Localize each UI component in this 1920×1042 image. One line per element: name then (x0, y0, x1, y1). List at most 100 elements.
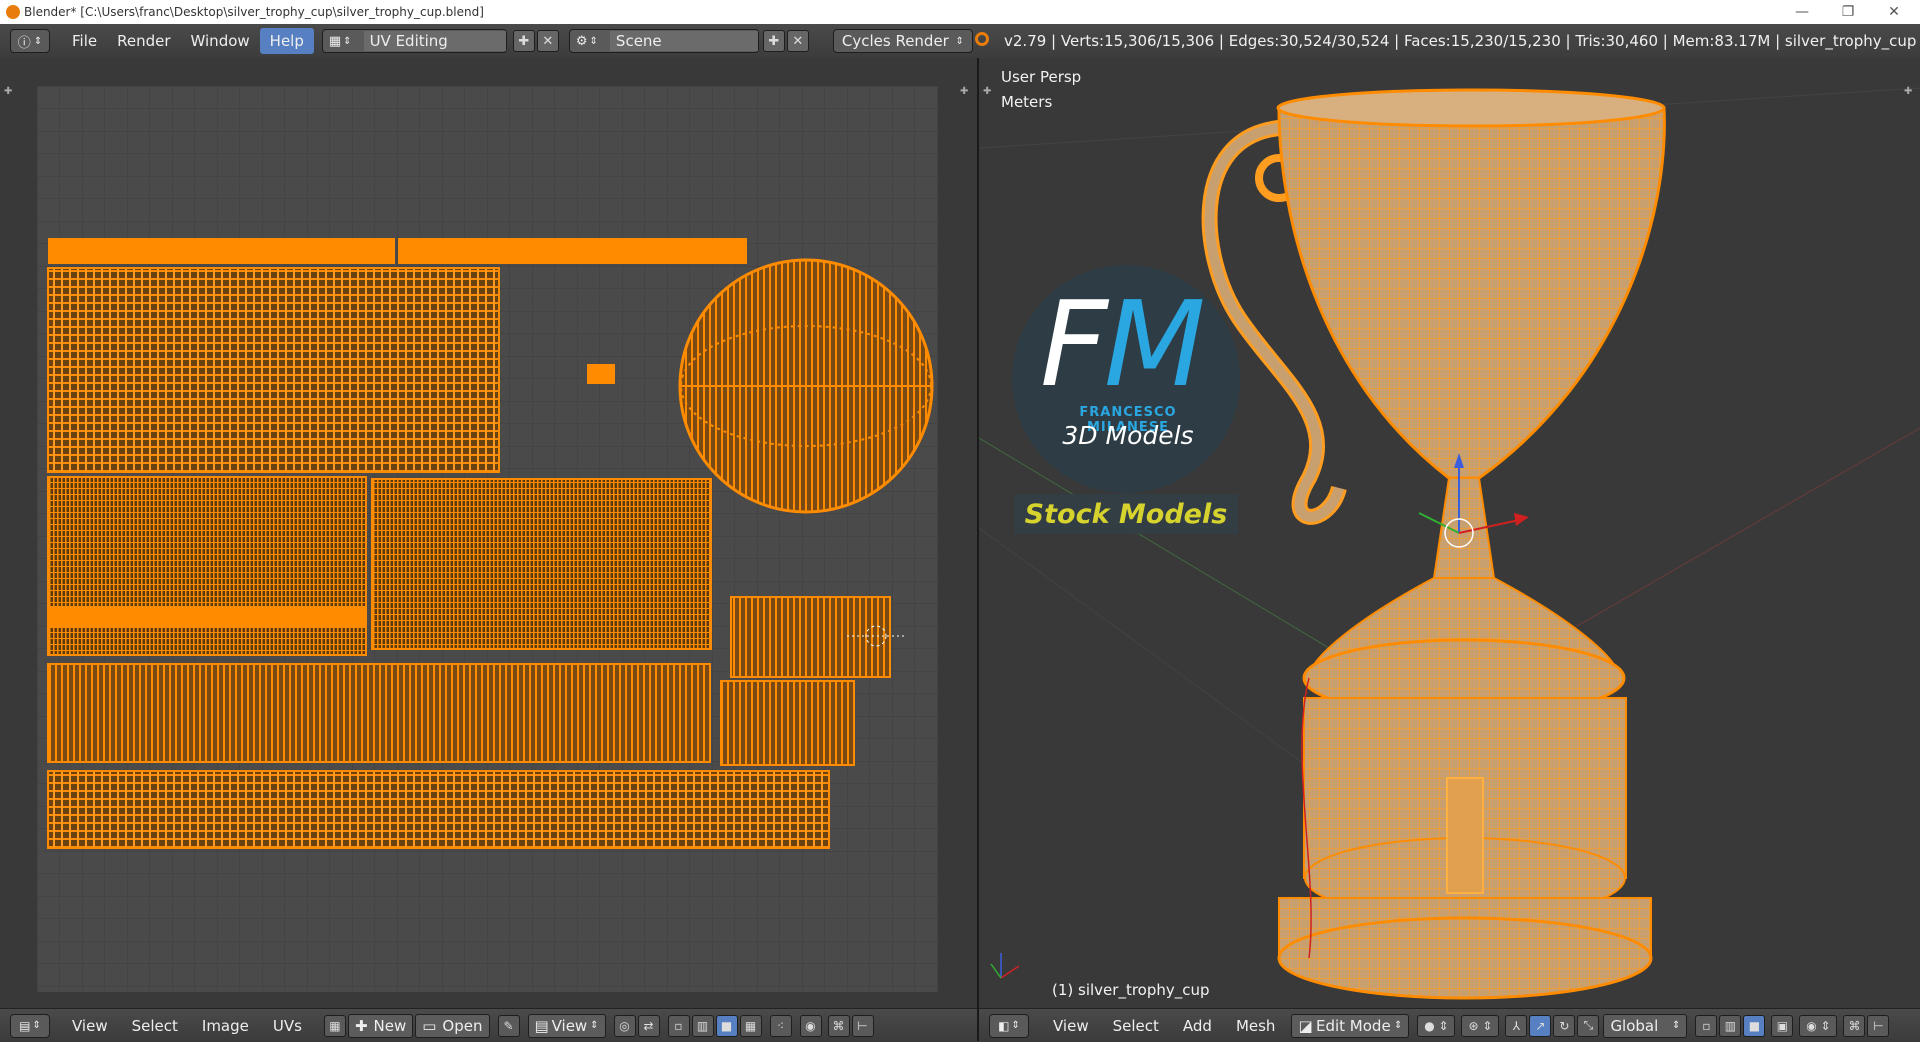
image-editor-icon: ▤ (19, 1018, 31, 1033)
info-header: ⓘ ⇕ File Render Window Help ▦ ⇕ UV Editin… (0, 24, 1920, 59)
proportional-editing-icon[interactable]: ◉ ⇕ (1799, 1014, 1838, 1037)
transform-orientation-label: Global (1610, 1016, 1659, 1035)
pivot-icon[interactable]: ◎ (613, 1014, 636, 1037)
image-browse-icon[interactable]: ▦ (323, 1014, 346, 1037)
new-image-button[interactable]: ✚ New (347, 1013, 414, 1038)
rotate-manipulator-icon[interactable]: ↻ (1553, 1014, 1576, 1037)
restore-button[interactable]: ❐ (1826, 0, 1870, 24)
occlude-geometry-icon[interactable]: ▣ (1771, 1014, 1794, 1037)
uv-island[interactable] (47, 476, 367, 656)
viewport-menu-select[interactable]: Select (1101, 1013, 1171, 1039)
logo-letter-m: M (1103, 275, 1206, 413)
open-image-button[interactable]: ▭ Open (415, 1013, 490, 1038)
face-select-mode-icon[interactable]: ■ (1743, 1014, 1766, 1037)
transform-orientation-selector[interactable]: Global ⇕ (1603, 1013, 1688, 1038)
interaction-mode-selector[interactable]: ◪ Edit Mode ⇕ (1291, 1013, 1410, 1038)
window-titlebar: Blender* [C:\Users\franc\Desktop\silver_… (0, 0, 1920, 24)
menu-help[interactable]: Help (259, 28, 314, 54)
uv-layout (37, 86, 938, 992)
screen-layout-selector[interactable]: ▦ ⇕ UV Editing (321, 29, 507, 53)
render-engine-selector[interactable]: Cycles Render ⇕ (832, 29, 973, 53)
scale-manipulator-icon[interactable]: ⤡ (1577, 1014, 1600, 1037)
edge-select-mode-icon[interactable]: ▥ (1719, 1014, 1742, 1037)
screen-layout-name: UV Editing (363, 31, 506, 51)
snap-element-icon[interactable]: ⊢ (851, 1014, 874, 1037)
uv-island[interactable] (587, 364, 615, 384)
uv-grid-canvas[interactable] (37, 86, 938, 992)
delete-scene-button[interactable]: ✕ (786, 30, 809, 52)
snap-target-icon[interactable]: ⊢ (1867, 1014, 1890, 1037)
screen-layout-icon: ▦ (328, 33, 342, 49)
editor-type-uv-selector[interactable]: ▤ ⇕ (10, 1013, 50, 1038)
3d-viewport-header: ◧ ⇕ View Select Add Mesh ◪ Edit Mode ⇕ ● ⇕ … (979, 1008, 1920, 1042)
island-select-icon[interactable]: ▦ (739, 1014, 762, 1037)
logo-letter-f: F (1040, 275, 1108, 413)
viewport-menu-view[interactable]: View (1041, 1013, 1101, 1039)
region-toggle-icon[interactable]: ✚ (960, 86, 968, 97)
view-mode-label: View (551, 1016, 588, 1035)
scene-selector[interactable]: ⚙ ⇕ Scene (568, 29, 759, 53)
viewport-shading-icon[interactable]: ● ⇕ (1417, 1014, 1456, 1037)
uv-menu-image[interactable]: Image (190, 1013, 261, 1039)
render-engine-name: Cycles Render (841, 32, 949, 50)
proportional-edit-icon[interactable]: ◉ (799, 1014, 822, 1037)
updown-arrows-icon: ⇕ (589, 35, 598, 47)
uv-island[interactable] (371, 478, 712, 650)
add-scene-button[interactable]: ✚ (762, 30, 785, 52)
updown-arrows-icon: ⇕ (1011, 1020, 1020, 1031)
uv-island[interactable] (47, 770, 830, 849)
uv-island[interactable] (47, 663, 711, 763)
info-icon: ⓘ (17, 35, 31, 51)
manipulator-toggle-icon[interactable]: ⅄ (1505, 1014, 1528, 1037)
updown-arrows-icon: ⇕ (1394, 1020, 1403, 1031)
pin-icon[interactable]: ✎ (497, 1014, 520, 1037)
uv-island[interactable] (48, 238, 395, 264)
add-screen-button[interactable]: ✚ (512, 30, 535, 52)
editor-type-info-selector[interactable]: ⓘ ⇕ (10, 29, 50, 53)
editor-type-3d-selector[interactable]: ◧ ⇕ (989, 1013, 1029, 1038)
active-object-label: (1) silver_trophy_cup (1052, 981, 1210, 999)
blender-app-icon (6, 5, 20, 19)
uv-menu-uvs[interactable]: UVs (261, 1013, 314, 1039)
updown-arrows-icon: ⇕ (590, 1020, 599, 1031)
uv-island[interactable] (720, 680, 855, 766)
region-toggle-icon[interactable]: ✚ (4, 86, 12, 97)
menu-file[interactable]: File (62, 28, 107, 54)
uv-editor-header: ▤ ⇕ View Select Image UVs ▦ ✚ New ▭ Open ✎ … (0, 1008, 977, 1042)
viewport-menu-mesh[interactable]: Mesh (1224, 1013, 1288, 1039)
updown-arrows-icon: ⇕ (33, 35, 43, 47)
uv-menu-view[interactable]: View (60, 1013, 120, 1039)
sync-selection-icon[interactable]: ⇄ (637, 1014, 660, 1037)
viewport-menu-add[interactable]: Add (1171, 1013, 1224, 1039)
snap-icon[interactable]: ⌘ (827, 1014, 850, 1037)
uv-island-band (48, 606, 366, 628)
new-image-label: New (373, 1016, 407, 1035)
snap-toggle-icon[interactable]: ⌘ (1843, 1014, 1866, 1037)
uv-island[interactable] (398, 238, 747, 264)
delete-screen-button[interactable]: ✕ (536, 30, 559, 52)
translate-manipulator-icon[interactable]: ↗ (1529, 1014, 1552, 1037)
minimize-button[interactable]: — (1780, 0, 1824, 24)
close-button[interactable]: ✕ (1872, 0, 1916, 24)
vertex-select-mode-icon[interactable]: ▫ (1695, 1014, 1718, 1037)
sticky-select-icon[interactable]: ⁖ (769, 1014, 792, 1037)
uv-menu-select[interactable]: Select (120, 1013, 190, 1039)
region-toggle-icon[interactable]: ✚ (1904, 86, 1912, 97)
menu-render[interactable]: Render (107, 28, 180, 54)
view-mode-selector[interactable]: ▤ View ⇕ (527, 1013, 606, 1038)
interaction-mode-label: Edit Mode (1315, 1016, 1391, 1035)
view-perspective-label: User Persp (1001, 68, 1082, 86)
updown-arrows-icon: ⇕ (32, 1020, 41, 1031)
trophy-bowl[interactable] (1277, 106, 1666, 480)
units-label: Meters (1001, 93, 1053, 111)
edge-select-icon[interactable]: ▥ (691, 1014, 714, 1037)
watermark-tagline: Stock Models (1014, 494, 1238, 534)
face-select-icon[interactable]: ■ (715, 1014, 738, 1037)
selected-face-strip[interactable] (1446, 777, 1484, 894)
region-toggle-icon[interactable]: ✚ (983, 86, 991, 97)
uv-image-editor[interactable]: ✚ ✚ (0, 58, 977, 1008)
uv-island[interactable] (47, 267, 500, 473)
vertex-select-icon[interactable]: ▫ (667, 1014, 690, 1037)
pivot-point-icon[interactable]: ⊛ ⇕ (1461, 1014, 1500, 1037)
menu-window[interactable]: Window (181, 28, 260, 54)
